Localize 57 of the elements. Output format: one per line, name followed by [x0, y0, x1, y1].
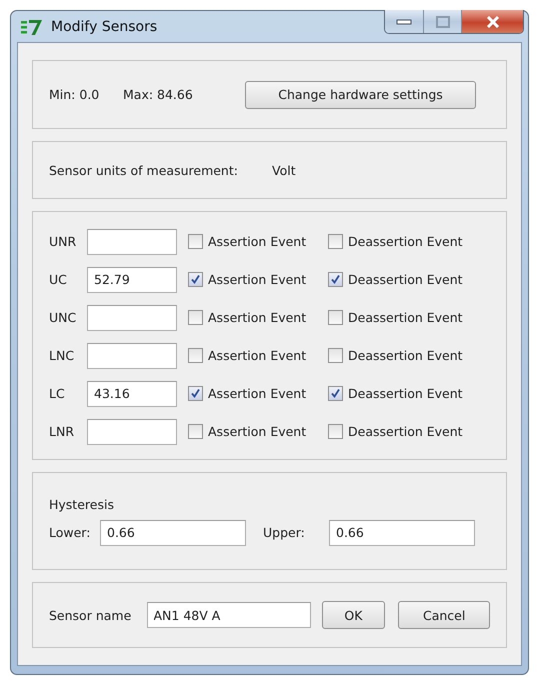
ok-button[interactable]: OK: [322, 601, 386, 629]
threshold-field[interactable]: [87, 304, 177, 330]
change-hardware-settings-button[interactable]: Change hardware settings: [245, 80, 476, 108]
threshold-label: LNR: [49, 424, 75, 439]
hysteresis-title: Hysteresis: [49, 496, 115, 512]
sensor-name-label: Sensor name: [49, 608, 132, 622]
maximize-icon: [436, 16, 450, 28]
checkbox-label: Deassertion Event: [348, 424, 463, 439]
upper-label: Upper:: [263, 525, 306, 540]
close-button[interactable]: [461, 10, 523, 33]
checkbox-label: Deassertion Event: [348, 234, 463, 249]
upper-field[interactable]: 0.66: [329, 520, 475, 546]
threshold-label: UNC: [49, 310, 78, 325]
app-logo-icon: [21, 18, 43, 36]
checkbox[interactable]: [328, 310, 343, 325]
checkbox[interactable]: [188, 424, 203, 439]
checkbox[interactable]: [328, 386, 343, 401]
checkbox-label: Assertion Event: [208, 424, 306, 439]
checkbox[interactable]: [328, 424, 343, 439]
lower-field[interactable]: 0.66: [100, 520, 246, 546]
checkbox-label: Assertion Event: [208, 272, 306, 287]
checkbox-label: Assertion Event: [208, 234, 306, 249]
units-value: Volt: [272, 162, 296, 178]
close-icon: [486, 16, 500, 28]
threshold-field[interactable]: [87, 342, 177, 368]
window-title: Modify Sensors: [51, 18, 158, 34]
checkbox-label: Assertion Event: [208, 386, 306, 401]
checkbox-label: Deassertion Event: [348, 272, 463, 287]
checkbox-label: Deassertion Event: [348, 348, 463, 363]
threshold-label: LC: [49, 386, 66, 401]
checkbox[interactable]: [188, 310, 203, 325]
max-value: Max: 84.66: [123, 87, 194, 102]
checkbox[interactable]: [328, 272, 343, 287]
checkbox-label: Assertion Event: [208, 348, 306, 363]
checkbox[interactable]: [188, 234, 203, 249]
checkbox-label: Deassertion Event: [348, 386, 463, 401]
threshold-field[interactable]: [87, 418, 177, 444]
threshold-field[interactable]: 43.16: [87, 380, 177, 406]
threshold-field[interactable]: [87, 228, 177, 254]
threshold-field[interactable]: 52.79: [87, 266, 177, 292]
cancel-button[interactable]: Cancel: [398, 601, 490, 629]
checkbox[interactable]: [328, 234, 343, 249]
checkbox-label: Deassertion Event: [348, 310, 463, 325]
checkbox[interactable]: [328, 348, 343, 363]
min-value: Min: 0.0: [49, 87, 100, 102]
units-label: Sensor units of measurement:: [49, 162, 239, 178]
checkbox[interactable]: [188, 272, 203, 287]
checkbox-label: Assertion Event: [208, 310, 306, 325]
checkbox[interactable]: [188, 386, 203, 401]
sensor-name-field[interactable]: AN1 48V A: [146, 602, 310, 628]
threshold-label: UC: [49, 272, 68, 287]
checkbox[interactable]: [188, 348, 203, 363]
threshold-label: LNC: [49, 348, 76, 363]
minimize-button[interactable]: [385, 10, 423, 33]
lower-label: Lower:: [49, 525, 92, 540]
threshold-label: UNR: [49, 234, 78, 249]
minimize-icon: [396, 18, 412, 26]
